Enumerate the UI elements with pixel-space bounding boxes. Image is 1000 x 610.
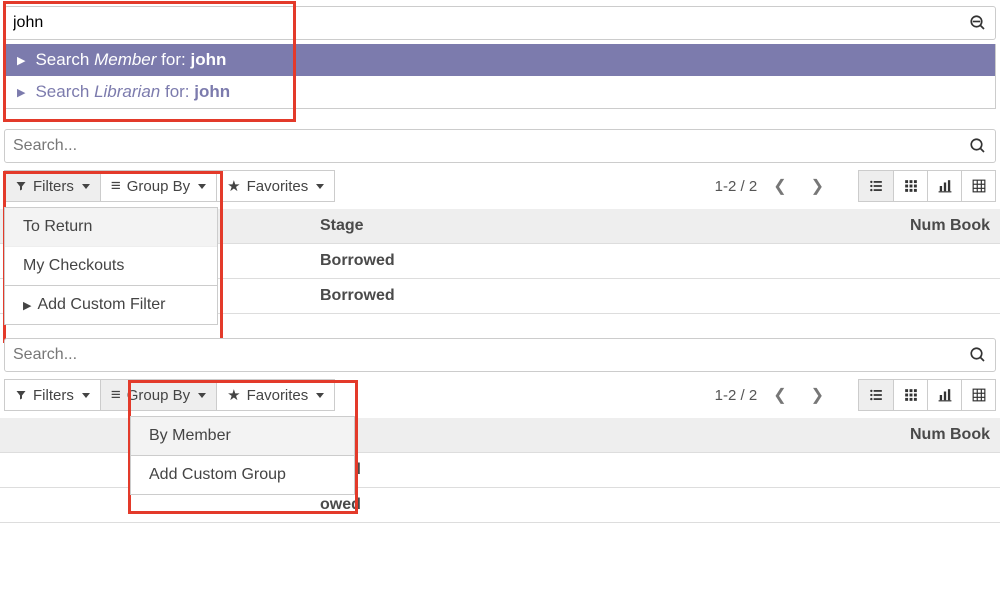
search-autocomplete: ▶ Search Member for: john ▶ Search Libra… [4,44,996,109]
groupby-button[interactable]: Group By [101,379,217,411]
star-icon [227,386,240,404]
filters-button[interactable]: Filters [4,379,101,411]
funnel-icon [15,389,27,401]
search-icon[interactable] [969,346,989,364]
view-graph[interactable] [927,171,961,201]
search-input-1[interactable] [11,10,969,36]
caret-right-icon: ▶ [23,300,31,312]
view-list[interactable] [859,171,893,201]
view-pivot[interactable] [961,171,995,201]
chevron-right-icon: ▶ [17,86,25,99]
caret-down-icon [316,393,324,398]
search-bar-1[interactable] [4,6,996,40]
caret-down-icon [82,393,90,398]
chevron-right-icon: ▶ [17,54,25,67]
caret-down-icon [198,184,206,189]
filter-add-custom[interactable]: ▶Add Custom Filter [5,285,217,324]
search-icon[interactable] [969,14,989,32]
autocomplete-item-member[interactable]: ▶ Search Member for: john [5,44,995,76]
toolbar: Filters Group By Favorites 1-2 / 2 ❮ ❯ [4,376,996,414]
star-icon [227,177,240,195]
pager-prev[interactable]: ❮ [765,172,794,200]
pager-text: 1-2 / 2 [715,178,758,195]
groupby-add-custom[interactable]: Add Custom Group [131,455,354,494]
pager-text: 1-2 / 2 [715,387,758,404]
view-pivot[interactable] [961,380,995,410]
col-num[interactable]: Num Book [700,209,1000,244]
pager-prev[interactable]: ❮ [765,381,794,409]
groupby-dropdown: By Member Add Custom Group [130,416,355,495]
search-bar-2[interactable] [4,129,996,163]
pager: 1-2 / 2 ❮ ❯ [715,379,996,411]
groupby-by-member[interactable]: By Member [131,417,354,455]
pager: 1-2 / 2 ❮ ❯ [715,170,996,202]
list-icon [111,385,121,405]
list-icon [111,176,121,196]
filters-button[interactable]: Filters [4,170,101,202]
caret-down-icon [198,393,206,398]
caret-down-icon [82,184,90,189]
filter-to-return[interactable]: To Return [5,208,217,246]
view-graph[interactable] [927,380,961,410]
col-num[interactable]: Num Book [700,418,1000,453]
search-bar-3[interactable] [4,338,996,372]
pager-next[interactable]: ❯ [803,172,832,200]
pager-next[interactable]: ❯ [803,381,832,409]
view-kanban[interactable] [893,380,927,410]
search-input-2[interactable] [11,133,969,159]
filter-my-checkouts[interactable]: My Checkouts [5,246,217,285]
autocomplete-item-librarian[interactable]: ▶ Search Librarian for: john [5,76,995,108]
toolbar: Filters Group By Favorites 1-2 / 2 ❮ ❯ [4,167,996,205]
view-list[interactable] [859,380,893,410]
groupby-button[interactable]: Group By [101,170,217,202]
view-switcher [858,170,996,202]
funnel-icon [15,180,27,192]
search-input-3[interactable] [11,342,969,368]
search-icon[interactable] [969,137,989,155]
filters-dropdown: To Return My Checkouts ▶Add Custom Filte… [4,207,218,325]
caret-down-icon [316,184,324,189]
favorites-button[interactable]: Favorites [217,170,335,202]
view-switcher [858,379,996,411]
view-kanban[interactable] [893,171,927,201]
favorites-button[interactable]: Favorites [217,379,335,411]
